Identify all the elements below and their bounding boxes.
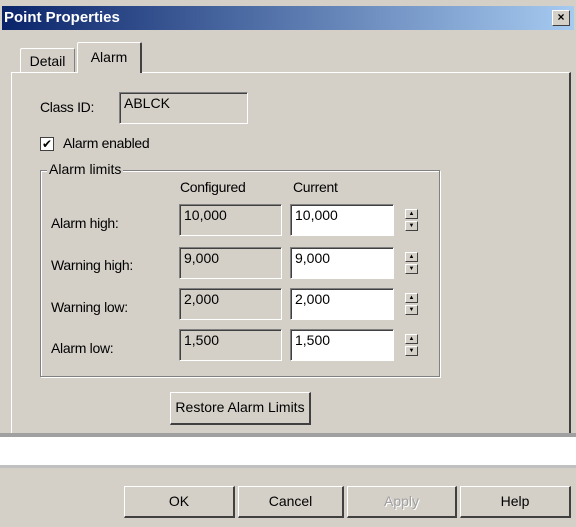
ok-button[interactable]: OK	[124, 486, 235, 518]
alarm-high-label: Alarm high:	[51, 215, 119, 231]
alarm-high-spinner[interactable]: ▲ ▼	[405, 209, 418, 231]
close-icon[interactable]: ×	[552, 10, 570, 26]
spin-up-icon[interactable]: ▲	[405, 334, 418, 344]
alarm-high-configured: 10,000	[179, 204, 282, 236]
configured-header: Configured	[180, 179, 246, 195]
screenshot-gap	[0, 433, 576, 468]
warning-low-label: Warning low:	[51, 299, 128, 315]
alarm-enabled-checkbox[interactable]: ✔	[40, 137, 54, 151]
class-id-label: Class ID:	[40, 99, 95, 115]
spin-down-icon[interactable]: ▼	[405, 264, 418, 274]
tab-alarm[interactable]: Alarm	[77, 42, 142, 73]
class-id-field: ABLCK	[119, 92, 248, 124]
restore-alarm-limits-button[interactable]: Restore Alarm Limits	[170, 392, 311, 425]
spin-up-icon[interactable]: ▲	[405, 209, 418, 219]
warning-low-spinner[interactable]: ▲ ▼	[405, 293, 418, 315]
alarm-low-label: Alarm low:	[51, 340, 114, 356]
spin-down-icon[interactable]: ▼	[405, 305, 418, 315]
warning-high-configured: 9,000	[179, 247, 282, 279]
alarm-low-spinner[interactable]: ▲ ▼	[405, 334, 418, 356]
apply-button[interactable]: Apply	[347, 486, 457, 518]
alarm-enabled-label[interactable]: Alarm enabled	[63, 135, 150, 151]
window-title: Point Properties	[4, 9, 120, 26]
warning-low-current-input[interactable]: 2,000	[290, 288, 394, 320]
alarm-limits-title: Alarm limits	[47, 161, 124, 177]
point-properties-dialog: Point Properties × Detail Alarm Class ID…	[0, 0, 576, 527]
warning-high-current-input[interactable]: 9,000	[290, 247, 394, 279]
title-bar[interactable]: Point Properties ×	[2, 6, 574, 30]
cancel-button[interactable]: Cancel	[238, 486, 344, 518]
alarm-low-current-input[interactable]: 1,500	[290, 329, 394, 361]
warning-low-configured: 2,000	[179, 288, 282, 320]
help-button[interactable]: Help	[460, 486, 571, 518]
spin-up-icon[interactable]: ▲	[405, 293, 418, 303]
spin-down-icon[interactable]: ▼	[405, 346, 418, 356]
alarm-low-configured: 1,500	[179, 329, 282, 361]
tab-detail[interactable]: Detail	[20, 48, 75, 73]
spin-up-icon[interactable]: ▲	[405, 252, 418, 262]
warning-high-label: Warning high:	[51, 257, 133, 273]
current-header: Current	[293, 179, 338, 195]
spin-down-icon[interactable]: ▼	[405, 221, 418, 231]
alarm-high-current-input[interactable]: 10,000	[290, 204, 394, 236]
warning-high-spinner[interactable]: ▲ ▼	[405, 252, 418, 274]
